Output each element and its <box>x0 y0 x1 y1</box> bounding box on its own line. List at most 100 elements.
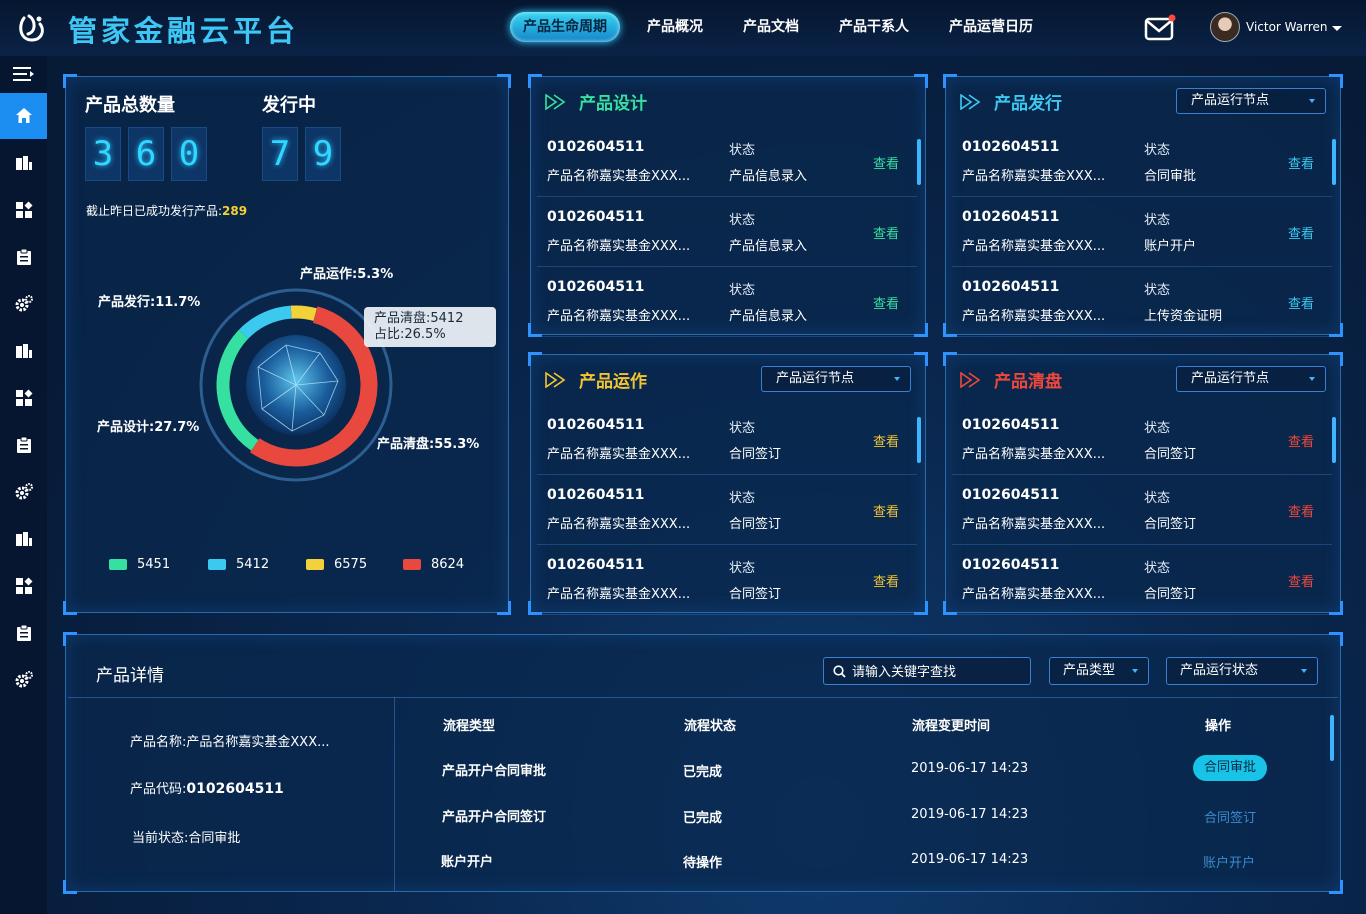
donut-slice-issue[interactable] <box>238 305 292 339</box>
table-cell-type: 账户开户 <box>441 855 494 870</box>
detail-panel: 产品详情 产品类型 产品运行状态 产品名称:产品名称嘉实基金XXX... 产品代… <box>63 632 1343 894</box>
building-icon <box>15 156 32 170</box>
table-cell-time: 2019-06-17 14:23 <box>911 852 1029 867</box>
sidebar-item-home[interactable] <box>0 93 47 139</box>
search-input[interactable] <box>852 662 1022 680</box>
view-link[interactable]: 查看 <box>1288 293 1314 312</box>
view-link[interactable]: 查看 <box>1288 223 1314 242</box>
sidebar-item-building-1[interactable] <box>0 140 47 186</box>
issuing-label: 发行中 <box>262 95 316 116</box>
status-label: 状态 <box>1144 561 1171 576</box>
building-icon <box>15 532 32 546</box>
table-cell-state: 已完成 <box>683 765 723 780</box>
detail-title: 产品详情 <box>96 666 164 686</box>
sidebar-item-apps-1[interactable] <box>0 187 47 233</box>
status-label: 状态 <box>729 561 756 576</box>
nav-item-documents[interactable]: 产品文档 <box>730 12 812 42</box>
product-code: 0102604511 <box>962 557 1060 573</box>
legend-value: 8624 <box>431 557 465 572</box>
column-header-process-state: 流程状态 <box>684 719 737 734</box>
row-action-link[interactable]: 账户开户 <box>1203 852 1255 871</box>
panel-scrollbar[interactable] <box>1332 417 1336 463</box>
menu-toggle-icon[interactable] <box>13 66 35 82</box>
row-action-button[interactable]: 合同审批 <box>1193 755 1268 781</box>
user-name[interactable]: Victor Warren <box>1246 20 1328 34</box>
view-link[interactable]: 查看 <box>873 293 899 312</box>
status-value: 账户开户 <box>1144 239 1197 254</box>
legend-value: 5412 <box>236 557 270 572</box>
list-item: 0102604511 产品名称嘉实基金XXX... 状态 合同签订 查看 <box>537 475 917 545</box>
donut-label-operation: 产品运作:5.3% <box>300 267 394 282</box>
product-status-select-label: 产品运行状态 <box>1180 663 1259 678</box>
list-item: 0102604511 产品名称嘉实基金XXX... 状态 产品信息录入 查看 <box>537 267 917 337</box>
status-label: 状态 <box>729 213 756 228</box>
table-cell-time: 2019-06-17 14:23 <box>911 761 1029 776</box>
product-code: 0102604511 <box>962 487 1060 503</box>
legend-swatch <box>403 559 421 570</box>
sidebar-item-apps-2[interactable] <box>0 375 47 421</box>
product-name: 产品名称嘉实基金XXX... <box>547 309 691 324</box>
view-link[interactable]: 查看 <box>873 501 899 520</box>
mail-icon[interactable] <box>1144 14 1176 42</box>
sidebar-item-apps-3[interactable] <box>0 563 47 609</box>
run-node-select[interactable]: 产品运行节点 <box>1176 366 1326 392</box>
view-link[interactable]: 查看 <box>1288 431 1314 450</box>
status-value: 合同签订 <box>1144 447 1197 462</box>
sidebar-item-clipboard-1[interactable] <box>0 234 47 280</box>
sidebar-item-building-3[interactable] <box>0 516 47 562</box>
legend-item: 5412 <box>208 557 269 572</box>
view-link[interactable]: 查看 <box>873 223 899 242</box>
view-link[interactable]: 查看 <box>1288 501 1314 520</box>
product-name: 产品名称嘉实基金XXX... <box>547 239 691 254</box>
apps-icon <box>15 577 32 594</box>
run-node-select[interactable]: 产品运行节点 <box>761 366 911 392</box>
panel-scrollbar[interactable] <box>917 417 921 463</box>
sidebar-item-settings-1[interactable] <box>0 281 47 327</box>
run-node-select[interactable]: 产品运行节点 <box>1176 88 1326 114</box>
nav-item-lifecycle[interactable]: 产品生命周期 <box>510 12 620 42</box>
view-link[interactable]: 查看 <box>873 431 899 450</box>
home-icon <box>15 108 32 123</box>
donut-label-liquidation: 产品清盘:55.3% <box>377 437 480 452</box>
panel-scrollbar[interactable] <box>1332 139 1336 185</box>
list-item: 0102604511 产品名称嘉实基金XXX... 状态 上传资金证明 查看 <box>952 267 1332 337</box>
donut-slice-operation[interactable] <box>290 305 317 321</box>
legend-item: 6575 <box>306 557 367 572</box>
product-type-select[interactable]: 产品类型 <box>1049 657 1149 685</box>
sidebar-item-settings-3[interactable] <box>0 657 47 703</box>
status-value: 合同签订 <box>1144 587 1197 602</box>
detail-scrollbar[interactable] <box>1330 715 1334 761</box>
view-link[interactable]: 查看 <box>1288 153 1314 172</box>
column-header-process-type: 流程类型 <box>443 719 496 734</box>
apps-icon <box>15 201 32 218</box>
product-status-select[interactable]: 产品运行状态 <box>1166 657 1318 685</box>
nav-item-stakeholders[interactable]: 产品干系人 <box>826 12 922 42</box>
list-item: 0102604511 产品名称嘉实基金XXX... 状态合同签订 查看 <box>952 545 1332 615</box>
list-item: 0102604511 产品名称嘉实基金XXX... 状态 合同签订 查看 <box>537 545 917 615</box>
panel-title-issue: 产品发行 <box>994 94 1062 114</box>
product-code: 0102604511 <box>547 487 645 503</box>
view-link[interactable]: 查看 <box>873 571 899 590</box>
view-link[interactable]: 查看 <box>873 153 899 172</box>
list-item: 0102604511 产品名称嘉实基金XXX... 状态 产品信息录入 查看 <box>537 127 917 197</box>
user-menu-caret-icon[interactable] <box>1332 26 1342 31</box>
nav-item-calendar[interactable]: 产品运营日历 <box>936 12 1046 42</box>
status-label: 状态 <box>1144 491 1171 506</box>
legend-value: 6575 <box>334 557 368 572</box>
product-name: 产品名称嘉实基金XXX... <box>962 309 1106 324</box>
gears-icon <box>15 671 33 688</box>
sidebar-item-building-2[interactable] <box>0 328 47 374</box>
sidebar-item-clipboard-2[interactable] <box>0 422 47 468</box>
nav-item-overview[interactable]: 产品概况 <box>634 12 716 42</box>
panel-scrollbar[interactable] <box>917 139 921 185</box>
status-value: 产品信息录入 <box>729 239 808 254</box>
sidebar-item-settings-2[interactable] <box>0 469 47 515</box>
row-action-link[interactable]: 合同签订 <box>1204 807 1256 826</box>
product-code-line: 产品代码:0102604511 <box>130 778 284 797</box>
product-name: 产品名称嘉实基金XXX... <box>962 587 1106 602</box>
avatar[interactable] <box>1210 12 1240 42</box>
view-link[interactable]: 查看 <box>1288 571 1314 590</box>
search-box[interactable] <box>823 657 1031 685</box>
sidebar-item-clipboard-3[interactable] <box>0 610 47 656</box>
product-name: 产品名称嘉实基金XXX... <box>962 447 1106 462</box>
